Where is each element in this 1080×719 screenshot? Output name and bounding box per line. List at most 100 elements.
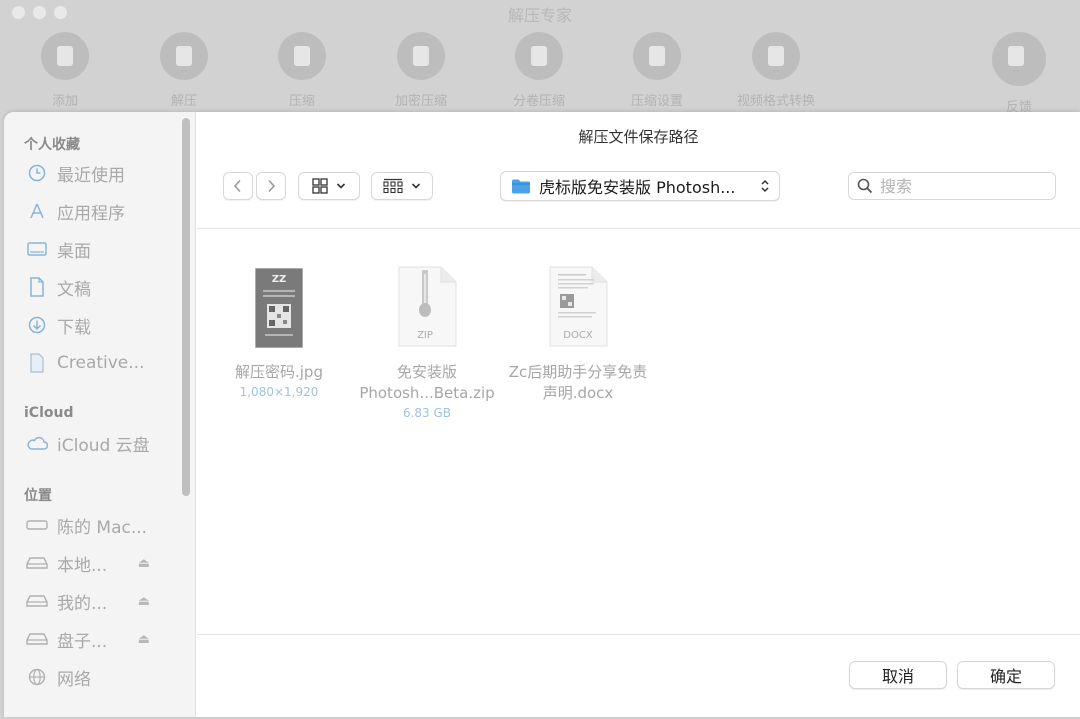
disk-icon xyxy=(26,628,48,650)
sidebar-scrollbar[interactable] xyxy=(182,118,190,496)
save-path-dialog: 个人收藏 最近使用 应用程序 桌面 文稿 下载 Creative... iClo… xyxy=(4,112,1080,717)
docx-file-icon: DOCX xyxy=(508,262,648,348)
svg-text:ZZ: ZZ xyxy=(272,274,287,285)
locations-section-title: 位置 xyxy=(24,488,52,504)
sidebar-item-mac[interactable]: 陈的 Mac... xyxy=(26,510,176,540)
file-meta: 6.83 GB xyxy=(402,406,452,420)
file-meta: 1,080×1,920 xyxy=(239,385,319,399)
network-icon xyxy=(26,666,48,688)
eject-icon[interactable]: ⏏ xyxy=(138,594,150,609)
chevron-down-icon xyxy=(336,183,346,189)
toolbar-settings-button[interactable]: 压缩设置 xyxy=(609,32,705,109)
clock-icon xyxy=(26,162,48,184)
sidebar-item-network[interactable]: 网络 xyxy=(26,662,176,692)
disk-icon xyxy=(26,552,48,574)
sidebar-item-label: Creative... xyxy=(57,353,145,373)
extract-icon xyxy=(160,32,208,80)
grid-view-icon xyxy=(312,178,328,194)
forward-button[interactable] xyxy=(256,172,286,200)
toolbar-settings-label: 压缩设置 xyxy=(630,94,683,109)
file-name: Zc后期助手分享免责声明.docx xyxy=(508,363,648,402)
image-thumbnail: ZZ xyxy=(209,262,349,348)
dialog-main: 解压文件保存路径 虎标版免安装版 Photosh... 搜索 ZZ 解压密码.j… xyxy=(197,112,1080,717)
toolbar-extract-button[interactable]: 解压 xyxy=(136,32,232,109)
location-popup[interactable]: 虎标版免安装版 Photosh... xyxy=(500,171,780,201)
icloud-section-title: iCloud xyxy=(24,405,74,421)
sidebar-item-documents[interactable]: 文稿 xyxy=(26,272,176,302)
sidebar-item-label: 下载 xyxy=(57,317,91,338)
folder-icon xyxy=(512,179,530,194)
toolbar-extract-label: 解压 xyxy=(170,94,197,109)
file-type-badge: DOCX xyxy=(563,330,593,341)
laptop-icon xyxy=(26,514,48,536)
cloud-icon xyxy=(26,432,48,454)
confirm-button[interactable]: 确定 xyxy=(957,661,1055,689)
file-icon xyxy=(26,352,48,374)
sidebar-item-creative[interactable]: Creative... xyxy=(26,348,176,378)
encrypt-icon xyxy=(397,32,445,80)
sidebar-item-label: 本地... xyxy=(57,555,108,576)
file-name: 解压密码.jpg xyxy=(235,363,323,381)
sidebar-item-label: 文稿 xyxy=(57,279,91,300)
toolbar-split-button[interactable]: 分卷压缩 xyxy=(491,32,587,109)
sidebar-item-label: 网络 xyxy=(57,669,91,690)
toolbar-divider xyxy=(197,228,1080,229)
sidebar-item-icloud-drive[interactable]: iCloud 云盘 xyxy=(26,428,176,458)
file-item[interactable]: DOCX Zc后期助手分享免责声明.docx xyxy=(508,262,648,404)
icon-view-menu-button[interactable] xyxy=(298,172,360,200)
eject-icon[interactable]: ⏏ xyxy=(138,556,150,571)
toolbar-encrypt-label: 加密压缩 xyxy=(394,94,447,109)
sidebar-item-label: iCloud 云盘 xyxy=(57,435,150,456)
desktop-icon xyxy=(26,238,48,260)
compress-icon xyxy=(278,32,326,80)
eject-icon[interactable]: ⏏ xyxy=(138,632,150,647)
sidebar-item-recents[interactable]: 最近使用 xyxy=(26,158,176,188)
settings-icon xyxy=(633,32,681,80)
sidebar-item-label: 最近使用 xyxy=(57,165,125,186)
back-button[interactable] xyxy=(223,172,253,200)
sidebar-item-local-disk[interactable]: 本地... ⏏ xyxy=(26,548,176,578)
sidebar-item-label: 桌面 xyxy=(57,241,91,262)
toolbar-compress-label: 压缩 xyxy=(288,94,315,109)
favorites-section-title: 个人收藏 xyxy=(24,137,80,153)
cancel-button[interactable]: 取消 xyxy=(849,661,947,689)
footer-divider xyxy=(197,634,1080,635)
chevron-left-icon xyxy=(233,179,241,193)
toolbar-video-button[interactable]: 视频格式转换 xyxy=(728,32,824,109)
toolbar-add-button[interactable]: 添加 xyxy=(17,32,113,109)
download-icon xyxy=(26,314,48,336)
disk-icon xyxy=(26,590,48,612)
file-item[interactable]: ZIP 免安装版 Photosh...Beta.zip 6.83 GB xyxy=(357,262,497,422)
search-icon xyxy=(857,178,873,194)
sidebar-item-my-disk[interactable]: 我的... ⏏ xyxy=(26,586,176,616)
dialog-title: 解压文件保存路径 xyxy=(578,128,699,146)
sidebar: 个人收藏 最近使用 应用程序 桌面 文稿 下载 Creative... iClo… xyxy=(4,112,196,717)
toolbar-video-label: 视频格式转换 xyxy=(736,94,815,109)
sidebar-item-downloads[interactable]: 下载 xyxy=(26,310,176,340)
search-input[interactable] xyxy=(880,176,1040,196)
sidebar-item-plate-disk[interactable]: 盘子... ⏏ xyxy=(26,624,176,654)
file-item[interactable]: ZZ 解压密码.jpg 1,080×1,920 xyxy=(209,262,349,401)
toolbar-add-label: 添加 xyxy=(51,94,78,109)
app-title: 解压专家 xyxy=(507,6,572,25)
apps-icon xyxy=(26,200,48,222)
zip-file-icon: ZIP xyxy=(357,262,497,348)
sidebar-item-label: 应用程序 xyxy=(57,203,125,224)
file-name: 免安装版 Photosh...Beta.zip xyxy=(359,363,495,402)
sidebar-item-applications[interactable]: 应用程序 xyxy=(26,196,176,226)
group-grid-icon xyxy=(383,178,403,194)
feedback-icon xyxy=(992,32,1046,86)
updown-chevron-icon xyxy=(761,179,769,193)
toolbar-compress-button[interactable]: 压缩 xyxy=(254,32,350,109)
video-icon xyxy=(752,32,800,80)
sidebar-item-label: 陈的 Mac... xyxy=(57,517,148,538)
sidebar-item-desktop[interactable]: 桌面 xyxy=(26,234,176,264)
toolbar-feedback-button[interactable]: 反馈 xyxy=(971,32,1067,115)
add-icon xyxy=(41,32,89,80)
search-field[interactable] xyxy=(848,172,1056,200)
group-view-menu-button[interactable] xyxy=(371,172,433,200)
current-path-label: 虎标版免安装版 Photosh... xyxy=(539,178,736,197)
toolbar-encrypt-button[interactable]: 加密压缩 xyxy=(373,32,469,109)
chevron-right-icon xyxy=(268,179,276,193)
toolbar-split-label: 分卷压缩 xyxy=(512,94,565,109)
